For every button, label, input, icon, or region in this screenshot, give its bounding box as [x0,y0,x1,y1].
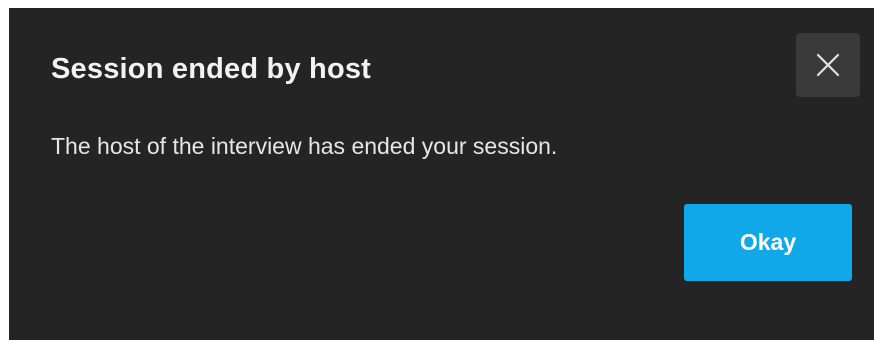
okay-button[interactable]: Okay [684,204,852,281]
session-ended-dialog: Session ended by host The host of the in… [9,8,874,340]
close-button[interactable] [796,33,860,97]
screen: Session ended by host The host of the in… [0,0,874,345]
close-icon [816,53,840,77]
dialog-message: The host of the interview has ended your… [51,133,558,159]
dialog-title: Session ended by host [51,53,372,85]
